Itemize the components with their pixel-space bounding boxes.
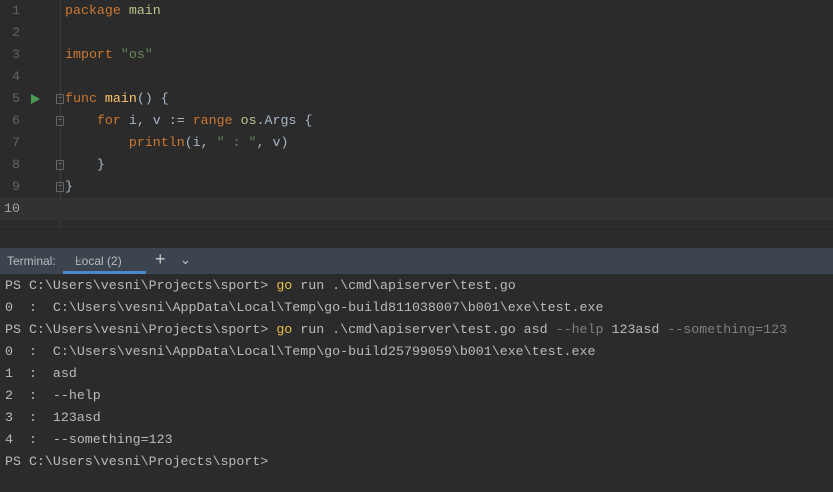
fold-icon[interactable]: − — [56, 182, 64, 192]
chevron-down-icon[interactable]: ⌄ — [180, 252, 191, 268]
code-token: main — [128, 3, 161, 18]
fold-icon[interactable]: − — [56, 94, 64, 104]
fold-icon[interactable]: − — [56, 160, 64, 170]
terminal-line: 0 : C:\Users\vesni\AppData\Local\Temp\go… — [5, 297, 603, 319]
code-line[interactable]: 4 — [0, 66, 833, 88]
terminal-line: 3 : 123asd — [5, 407, 101, 429]
code-editor[interactable]: 1 package main 2 3 import "os" 4 5− func main()… — [0, 0, 833, 226]
code-token: 4 : --something=123 — [5, 432, 173, 447]
code-token: 3 : 123asd — [5, 410, 101, 425]
code-token: () { — [136, 91, 169, 106]
line-number: 5 — [12, 91, 20, 106]
code-line[interactable]: 1 package main — [0, 0, 833, 22]
code-text: for i, v := range os.Args { — [65, 110, 313, 132]
code-token: 123asd — [603, 322, 668, 337]
terminal-line: 0 : C:\Users\vesni\AppData\Local\Temp\go… — [5, 341, 595, 363]
line-number: 8 — [12, 157, 20, 172]
code-token: func — [65, 91, 97, 106]
code-token: " : " — [216, 135, 257, 150]
code-line[interactable]: 10 — [0, 198, 833, 220]
code-token: --something=123 — [667, 322, 788, 337]
code-token: package — [65, 3, 121, 18]
code-text: func main() { — [65, 88, 169, 110]
code-token: 2 : --help — [5, 388, 101, 403]
code-text: import "os" — [65, 44, 153, 66]
code-text: } — [65, 176, 73, 198]
line-number: 6 — [12, 113, 20, 128]
code-token: 1 : asd — [5, 366, 77, 381]
code-line[interactable]: 9 −} — [0, 176, 833, 198]
code-text: println(i, " : ", v) — [65, 132, 289, 154]
code-token: } — [65, 179, 73, 194]
code-token: import — [65, 47, 113, 62]
terminal-line: PS C:\Users\vesni\Projects\sport> go run… — [5, 319, 787, 341]
code-token: go — [276, 278, 293, 293]
code-token: main — [104, 91, 137, 106]
line-number: 10 — [4, 201, 20, 216]
code-token: go — [276, 322, 293, 337]
fold-icon[interactable]: − — [56, 116, 64, 126]
terminal-line: PS C:\Users\vesni\Projects\sport> go run… — [5, 275, 516, 297]
line-number: 4 — [12, 69, 20, 84]
code-token: os — [240, 113, 257, 128]
panel-splitter[interactable] — [0, 226, 833, 248]
code-token: range — [192, 113, 233, 128]
tab-local-2[interactable]: Local (2) × — [63, 248, 146, 274]
line-number: 2 — [12, 25, 20, 40]
code-line[interactable]: 5 − func main() { — [0, 88, 833, 110]
code-token: .Args { — [256, 113, 313, 128]
code-text: package main — [65, 0, 161, 22]
terminal-line: 1 : asd — [5, 363, 77, 385]
run-icon[interactable] — [31, 94, 40, 104]
new-terminal-button[interactable]: + — [155, 249, 166, 270]
code-line[interactable]: 8 − } — [0, 154, 833, 176]
terminal-line: 4 : --something=123 — [5, 429, 173, 451]
code-line[interactable]: 2 — [0, 22, 833, 44]
code-token: 0 : C:\Users\vesni\AppData\Local\Temp\go… — [5, 344, 596, 359]
code-token: PS C:\Users\vesni\Projects\sport> — [5, 278, 277, 293]
code-token: PS C:\Users\vesni\Projects\sport> — [5, 454, 269, 469]
code-token: } — [65, 157, 105, 172]
code-token: println — [128, 135, 185, 150]
code-token: for — [96, 113, 121, 128]
code-token: , v) — [256, 135, 289, 150]
code-token: --help — [555, 322, 604, 337]
terminal-line: 2 : --help — [5, 385, 101, 407]
code-token: 0 : C:\Users\vesni\AppData\Local\Temp\go… — [5, 300, 604, 315]
close-tab-icon[interactable]: × — [75, 254, 82, 268]
terminal-line: PS C:\Users\vesni\Projects\sport> — [5, 451, 268, 473]
code-token: (i, — [184, 135, 217, 150]
code-token: run .\cmd\apiserver\test.go asd — [292, 322, 556, 337]
code-line[interactable]: 6 − for i, v := range os.Args { — [0, 110, 833, 132]
terminal-output[interactable]: PS C:\Users\vesni\Projects\sport> go run… — [0, 274, 833, 492]
code-line[interactable]: 7 println(i, " : ", v) — [0, 132, 833, 154]
line-number: 9 — [12, 179, 20, 194]
terminal-label: Terminal: — [7, 254, 56, 268]
code-token: run .\cmd\apiserver\test.go — [292, 278, 516, 293]
line-number: 7 — [12, 135, 20, 150]
line-number: 1 — [12, 3, 20, 18]
code-line[interactable]: 3 import "os" — [0, 44, 833, 66]
code-token: "os" — [120, 47, 153, 62]
code-token: PS C:\Users\vesni\Projects\sport> — [5, 322, 277, 337]
code-token: i, v := — [120, 113, 193, 128]
terminal-tab-bar: Terminal: Local (2) × + ⌄ — [0, 248, 833, 274]
line-number: 3 — [12, 47, 20, 62]
code-text: } — [65, 154, 105, 176]
